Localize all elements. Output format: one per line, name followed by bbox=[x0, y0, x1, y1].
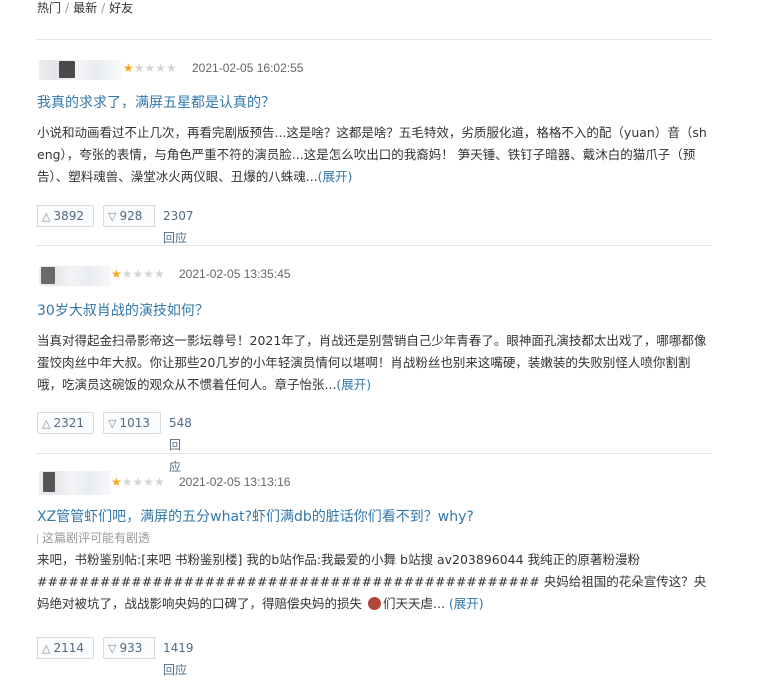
divider bbox=[36, 453, 712, 454]
review-body-text: 小说和动画看过不止几次，再看完剧版预告...这是啥？这都是啥？五毛特效，劣质服化… bbox=[37, 125, 707, 184]
up-arrow-icon: △ bbox=[42, 417, 51, 430]
down-arrow-icon: ▽ bbox=[108, 210, 117, 223]
review-item: ★★★★★ 2021-02-05 13:35:45 30岁大叔肖战的演技如何？ … bbox=[37, 266, 717, 396]
nav-hot[interactable]: 热门 bbox=[37, 1, 61, 15]
useful-count: 2114 bbox=[53, 641, 85, 655]
avatar[interactable] bbox=[39, 60, 121, 80]
up-arrow-icon: △ bbox=[42, 210, 51, 223]
review-filter-nav: 热门 / 最新 / 好友 bbox=[37, 0, 133, 18]
avatar[interactable] bbox=[39, 471, 111, 495]
replies-link[interactable]: 1419回应 bbox=[163, 637, 194, 681]
review-body-line: 们天天虐... bbox=[383, 596, 445, 611]
review-time: 2021-02-05 13:13:16 bbox=[179, 475, 291, 489]
useless-button[interactable]: ▽ 928 bbox=[103, 205, 155, 227]
review-body: 当真对得起金扫帚影帝这一影坛尊号！2021年了，肖战还是别营销自己少年青春了。眼… bbox=[37, 330, 712, 396]
replies-link[interactable]: 548回应 bbox=[169, 412, 192, 478]
review-item: ★★★★★ 2021-02-05 16:02:55 我真的求求了，满屏五星都是认… bbox=[37, 60, 717, 188]
useful-button[interactable]: △ 3892 bbox=[37, 205, 94, 227]
review-item: ★★★★★ 2021-02-05 13:13:16 XZ管管虾们吧，满屏的五分w… bbox=[37, 471, 717, 615]
review-meta: ★★★★★ 2021-02-05 16:02:55 bbox=[37, 60, 717, 84]
review-title[interactable]: 30岁大叔肖战的演技如何？ bbox=[37, 302, 717, 320]
rating-stars: ★★★★★ bbox=[111, 475, 165, 489]
review-body: 来吧，书粉鉴别帖:[来吧 书粉鉴别楼] 我的b站作品:我最爱的小舞 b站搜 av… bbox=[37, 549, 712, 615]
review-body-text: 当真对得起金扫帚影帝这一影坛尊号！2021年了，肖战还是别营销自己少年青春了。眼… bbox=[37, 333, 707, 392]
review-title[interactable]: XZ管管虾们吧，满屏的五分what?虾们满db的脏话你们看不到？why? bbox=[37, 508, 717, 526]
useless-count: 1013 bbox=[119, 416, 151, 430]
useless-count: 928 bbox=[119, 209, 143, 223]
spoiler-notice: 这篇剧评可能有剧透 bbox=[37, 530, 717, 546]
useless-button[interactable]: ▽ 1013 bbox=[103, 412, 161, 434]
up-arrow-icon: △ bbox=[42, 642, 51, 655]
spoiler-text: 这篇剧评可能有剧透 bbox=[42, 531, 151, 545]
useful-button[interactable]: △ 2321 bbox=[37, 412, 94, 434]
rating-stars: ★★★★★ bbox=[123, 61, 177, 75]
review-body: 小说和动画看过不止几次，再看完剧版预告...这是啥？这都是啥？五毛特效，劣质服化… bbox=[37, 122, 712, 188]
expand-link[interactable]: (展开) bbox=[449, 596, 484, 611]
nav-friends[interactable]: 好友 bbox=[109, 1, 133, 15]
nav-separator: / bbox=[65, 1, 70, 15]
review-meta: ★★★★★ 2021-02-05 13:35:45 bbox=[37, 266, 717, 290]
replies-link[interactable]: 2307回应 bbox=[163, 205, 194, 249]
review-time: 2021-02-05 13:35:45 bbox=[179, 267, 291, 281]
cat-face-emoji-icon bbox=[368, 597, 381, 610]
expand-link[interactable]: (展开) bbox=[336, 377, 371, 392]
useful-count: 2321 bbox=[53, 416, 85, 430]
nav-separator: / bbox=[101, 1, 106, 15]
review-title[interactable]: 我真的求求了，满屏五星都是认真的？ bbox=[37, 94, 717, 112]
divider bbox=[36, 245, 712, 246]
useless-button[interactable]: ▽ 933 bbox=[103, 637, 155, 659]
spoiler-bar bbox=[37, 533, 38, 544]
expand-link[interactable]: (展开) bbox=[318, 169, 353, 184]
down-arrow-icon: ▽ bbox=[108, 642, 117, 655]
useful-count: 3892 bbox=[53, 209, 85, 223]
nav-latest[interactable]: 最新 bbox=[73, 1, 97, 15]
avatar[interactable] bbox=[39, 266, 111, 286]
down-arrow-icon: ▽ bbox=[108, 417, 117, 430]
useless-count: 933 bbox=[119, 641, 143, 655]
review-body-line: 来吧，书粉鉴别帖:[来吧 书粉鉴别楼] 我的b站作品:我最爱的小舞 b站搜 av… bbox=[37, 552, 641, 567]
review-meta: ★★★★★ 2021-02-05 13:13:16 bbox=[37, 471, 717, 498]
useful-button[interactable]: △ 2114 bbox=[37, 637, 94, 659]
divider bbox=[36, 39, 712, 40]
rating-stars: ★★★★★ bbox=[111, 267, 165, 281]
review-time: 2021-02-05 16:02:55 bbox=[192, 61, 304, 75]
